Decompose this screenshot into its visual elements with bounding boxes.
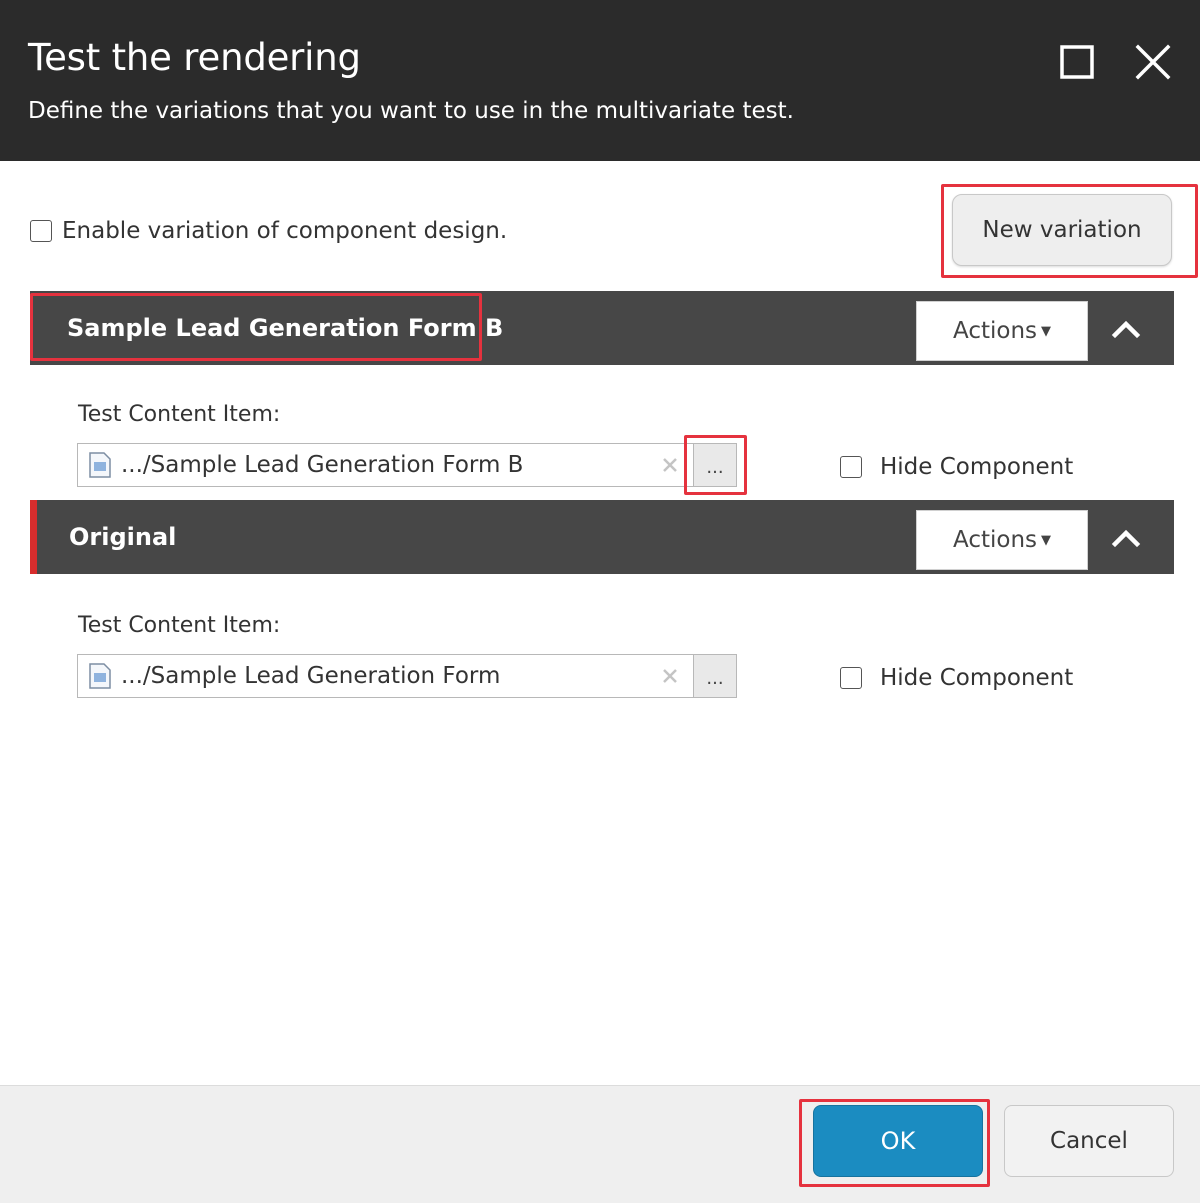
chevron-up-icon [1111, 320, 1141, 339]
ok-button-highlight [799, 1099, 990, 1187]
actions-label: Actions [952, 318, 1037, 344]
hide-component-checkbox[interactable] [840, 456, 862, 478]
new-variation-highlight [941, 184, 1198, 278]
enable-design-row: Enable variation of component design. [30, 218, 507, 244]
clear-icon[interactable] [661, 456, 679, 474]
caret-down-icon: ▼ [1041, 323, 1051, 339]
browse-button-highlight [684, 435, 747, 495]
close-button[interactable] [1133, 42, 1173, 82]
caret-down-icon: ▼ [1041, 532, 1051, 548]
dialog-title: Test the rendering [28, 36, 361, 79]
hide-component-label: Hide Component [880, 665, 1074, 691]
actions-dropdown[interactable]: Actions ▼ [916, 301, 1088, 361]
hide-component-row: Hide Component [840, 665, 1073, 691]
test-content-item-input[interactable]: .../Sample Lead Generation Form [77, 654, 694, 698]
document-icon [89, 663, 111, 689]
dialog-subtitle: Define the variations that you want to u… [28, 98, 794, 124]
enable-design-checkbox[interactable] [30, 220, 52, 242]
maximize-button[interactable] [1058, 42, 1098, 82]
browse-button[interactable]: ... [694, 654, 737, 698]
dialog-titlebar: Test the rendering Define the variations… [0, 0, 1200, 161]
actions-label: Actions [952, 527, 1037, 553]
test-content-item-input[interactable]: .../Sample Lead Generation Form B [77, 443, 694, 487]
collapse-button[interactable] [1106, 517, 1146, 557]
collapse-button[interactable] [1106, 308, 1146, 348]
hide-component-row: Hide Component [840, 454, 1073, 480]
variation-header: Original Actions ▼ [30, 500, 1174, 574]
actions-dropdown[interactable]: Actions ▼ [916, 510, 1088, 570]
cancel-button[interactable]: Cancel [1004, 1105, 1174, 1177]
test-content-item-value: .../Sample Lead Generation Form B [121, 452, 524, 478]
close-icon [1135, 44, 1171, 80]
test-content-item-label: Test Content Item: [78, 402, 281, 427]
maximize-icon [1060, 45, 1094, 79]
document-icon [89, 452, 111, 478]
test-content-item-label: Test Content Item: [78, 613, 281, 638]
chevron-up-icon [1111, 529, 1141, 548]
clear-icon[interactable] [661, 667, 679, 685]
hide-component-checkbox[interactable] [840, 667, 862, 689]
variation-name: Original [69, 523, 177, 551]
test-content-item-value: .../Sample Lead Generation Form [121, 663, 501, 689]
variation-name-highlight [30, 293, 482, 361]
enable-design-label: Enable variation of component design. [62, 218, 508, 244]
hide-component-label: Hide Component [880, 454, 1074, 480]
